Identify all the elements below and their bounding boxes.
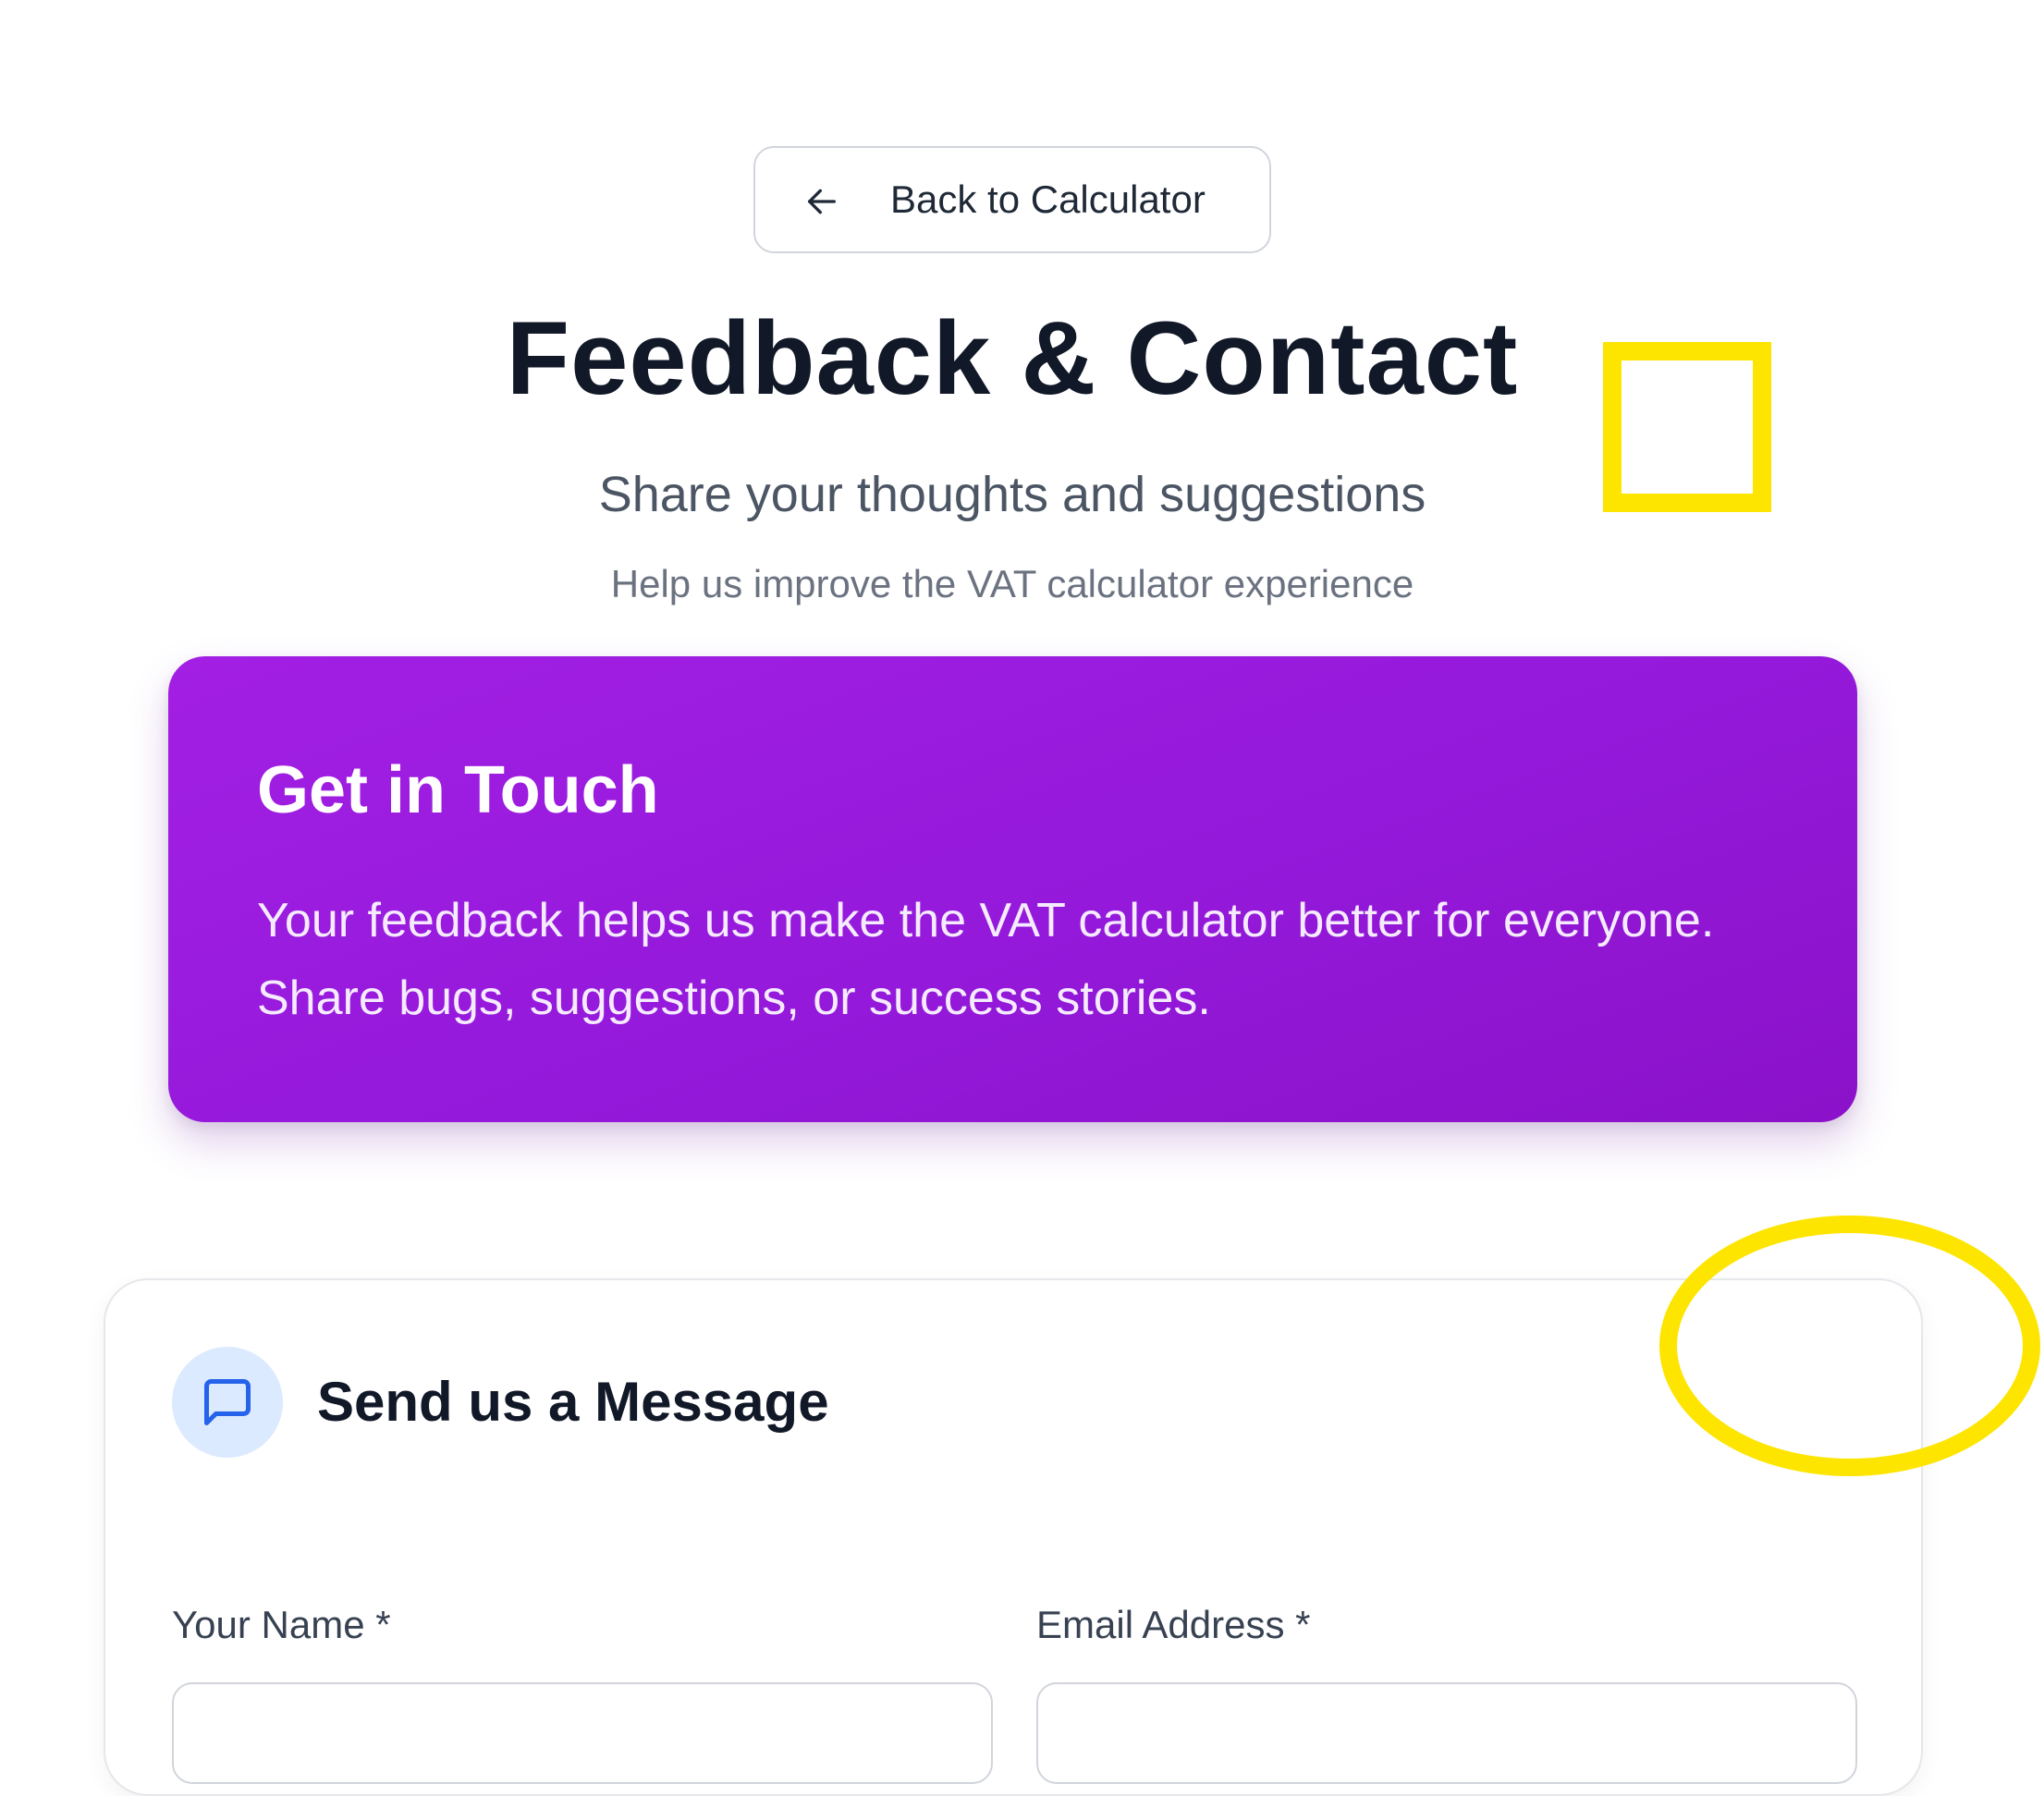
hero-description: Your feedback helps us make the VAT calc… [257,894,1715,1025]
email-field[interactable] [1036,1682,1857,1784]
message-icon-badge [172,1347,283,1458]
back-button-label: Back to Calculator [890,177,1206,221]
message-form-title: Send us a Message [317,1371,829,1433]
message-form-card: Send us a Message Your Name * Email Addr… [104,1278,1923,1796]
page-tagline: Help us improve the VAT calculator exper… [610,562,1414,605]
name-field-label: Your Name * [172,1603,391,1646]
message-square-icon [204,1379,251,1425]
name-field[interactable] [172,1682,993,1784]
get-in-touch-card: Get in Touch Your feedback helps us make… [168,656,1857,1122]
annotation-square-mark [1603,342,1771,512]
back-to-calculator-button[interactable]: Back to Calculator [753,146,1271,253]
email-field-label: Email Address * [1036,1603,1311,1646]
annotation-ellipse-mark [1659,1216,2040,1476]
hero-title: Get in Touch [257,753,659,827]
arrow-left-icon [808,189,836,214]
